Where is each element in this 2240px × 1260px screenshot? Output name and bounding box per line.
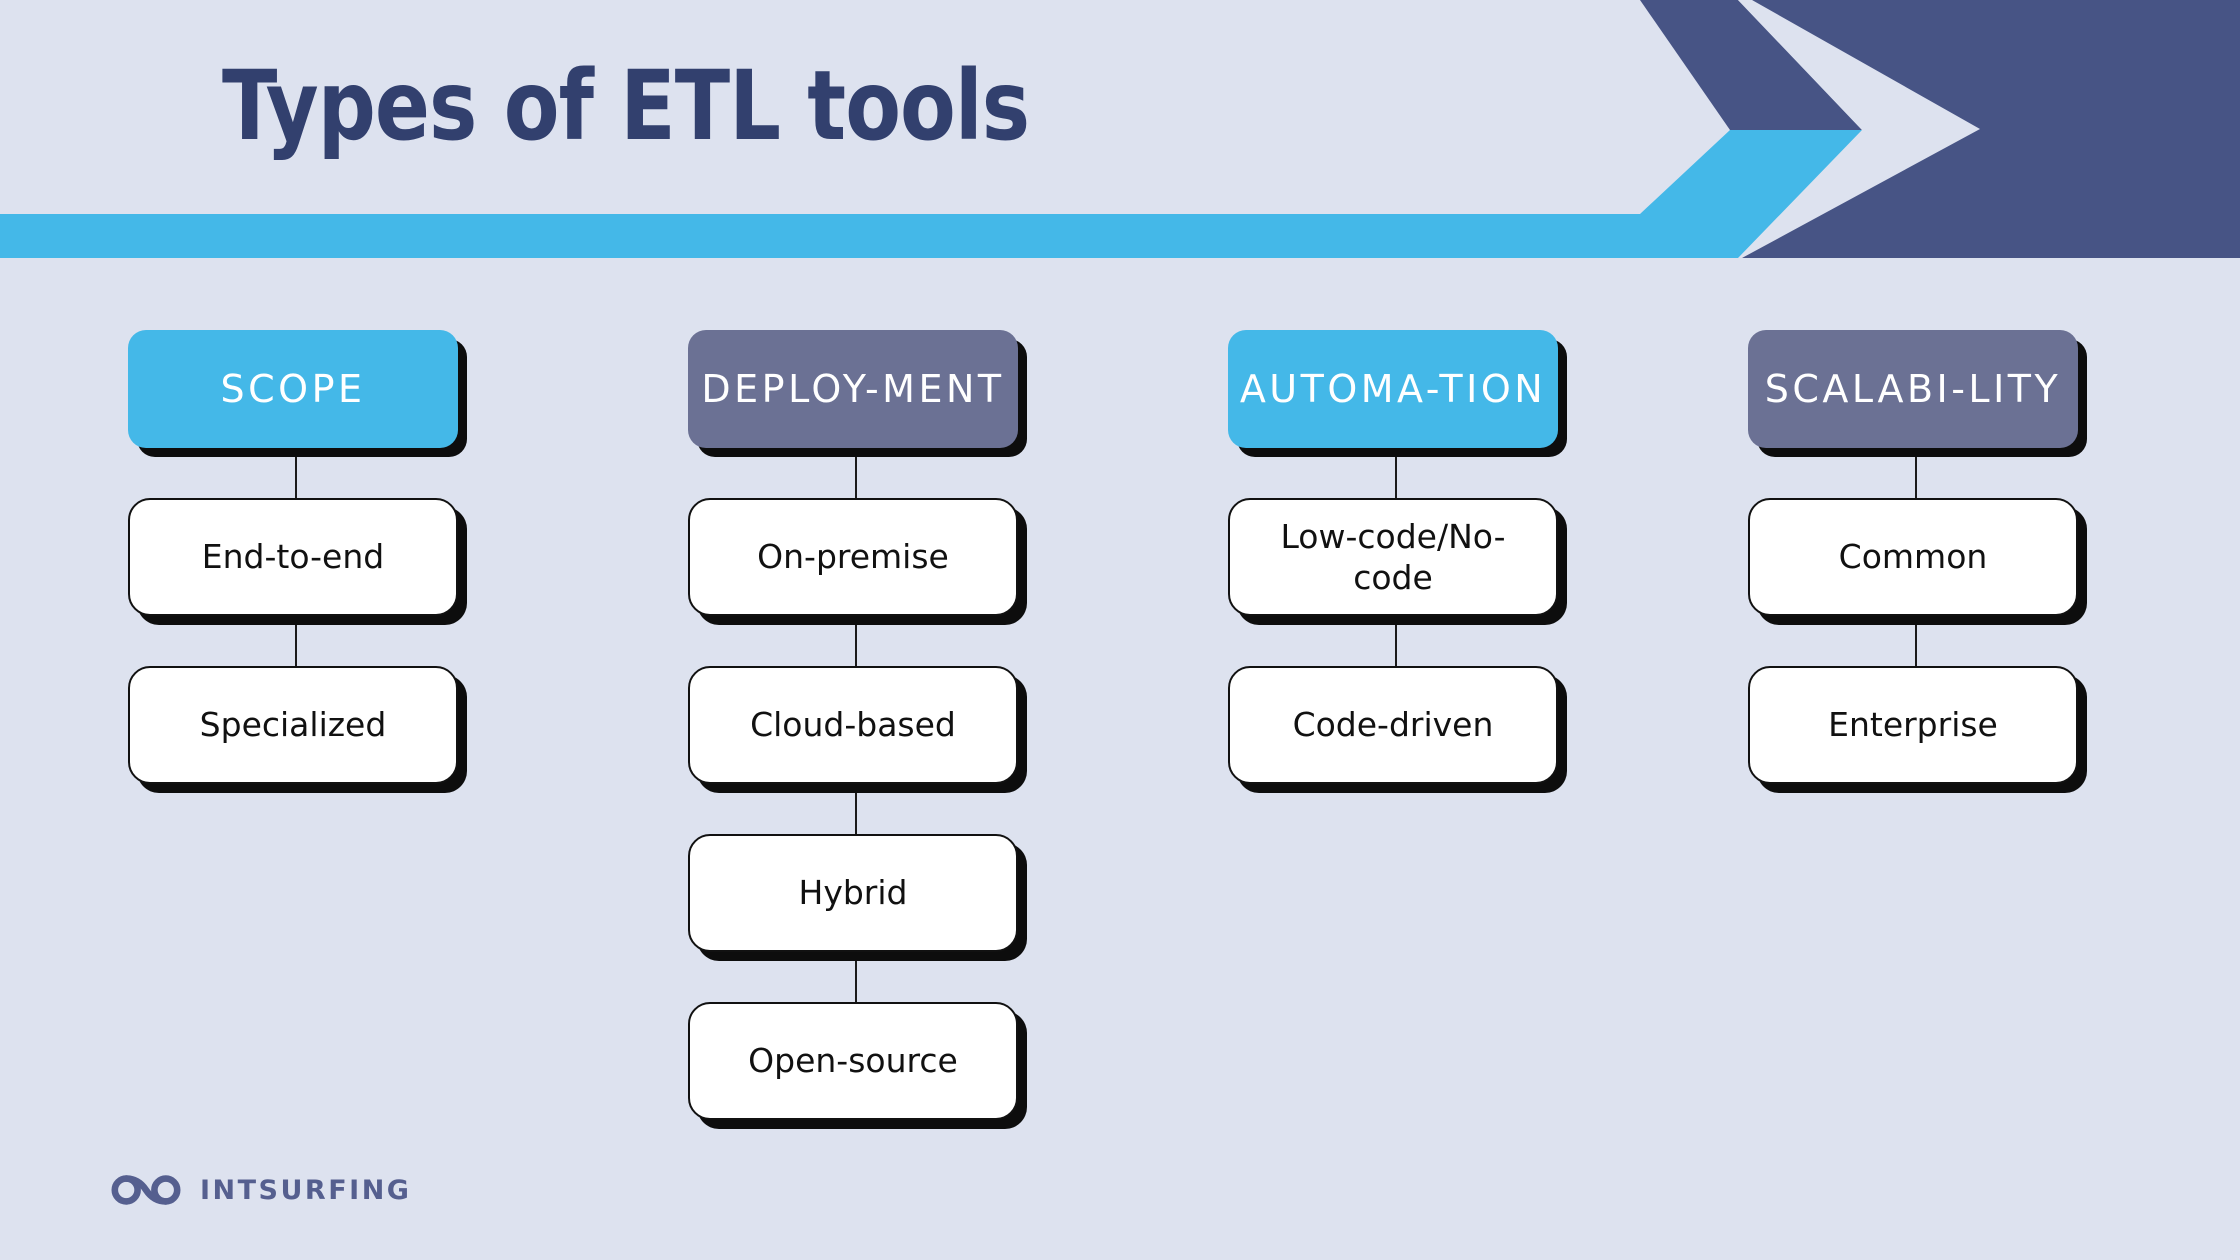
slide-root: Types of ETL tools SCOPE End-to-end Spec… (0, 0, 2240, 1260)
column-header-label: DEPLOY-MENT (701, 366, 1005, 411)
column-header-automation[interactable]: AUTOMA-TION (1228, 330, 1558, 448)
brand-logo: INTSURFING (110, 1168, 411, 1212)
list-item-label: Code-driven (1292, 705, 1494, 745)
column-header-scope[interactable]: SCOPE (128, 330, 458, 448)
list-item-label: Hybrid (798, 873, 908, 913)
list-item-label: Open-source (748, 1041, 958, 1081)
list-item-label: On-premise (757, 537, 949, 577)
brand-logo-text: INTSURFING (200, 1174, 412, 1206)
column-header-label: SCOPE (220, 366, 366, 411)
diagram-columns: SCOPE End-to-end Specialized DEPLOY-MENT… (0, 330, 2240, 1210)
list-item[interactable]: Hybrid (688, 834, 1018, 952)
column-scope: SCOPE End-to-end Specialized (128, 330, 464, 784)
column-scalability: SCALABI-LITY Common Enterprise (1748, 330, 2084, 784)
column-deployment: DEPLOY-MENT On-premise Cloud-based Hybri… (688, 330, 1024, 1120)
page-title: Types of ETL tools (222, 50, 1030, 162)
list-item-label: Common (1838, 537, 1988, 577)
column-header-deployment[interactable]: DEPLOY-MENT (688, 330, 1018, 448)
column-header-label: AUTOMA-TION (1239, 366, 1547, 411)
list-item[interactable]: Cloud-based (688, 666, 1018, 784)
list-item[interactable]: On-premise (688, 498, 1018, 616)
list-item-label: Low-code/No-code (1280, 516, 1506, 597)
list-item[interactable]: End-to-end (128, 498, 458, 616)
list-item-label: Enterprise (1828, 705, 1998, 745)
list-item[interactable]: Code-driven (1228, 666, 1558, 784)
slide-header-banner: Types of ETL tools (0, 0, 2240, 258)
list-item-label: Cloud-based (750, 705, 956, 745)
list-item-label: End-to-end (201, 537, 385, 577)
column-automation: AUTOMA-TION Low-code/No-code Code-driven (1228, 330, 1564, 784)
column-header-scalability[interactable]: SCALABI-LITY (1748, 330, 2078, 448)
column-header-label: SCALABI-LITY (1764, 366, 2062, 411)
list-item[interactable]: Low-code/No-code (1228, 498, 1558, 616)
list-item-label: Specialized (199, 705, 387, 745)
infinity-loop-icon (111, 1175, 181, 1205)
list-item[interactable]: Enterprise (1748, 666, 2078, 784)
list-item[interactable]: Common (1748, 498, 2078, 616)
list-item[interactable]: Specialized (128, 666, 458, 784)
list-item[interactable]: Open-source (688, 1002, 1018, 1120)
